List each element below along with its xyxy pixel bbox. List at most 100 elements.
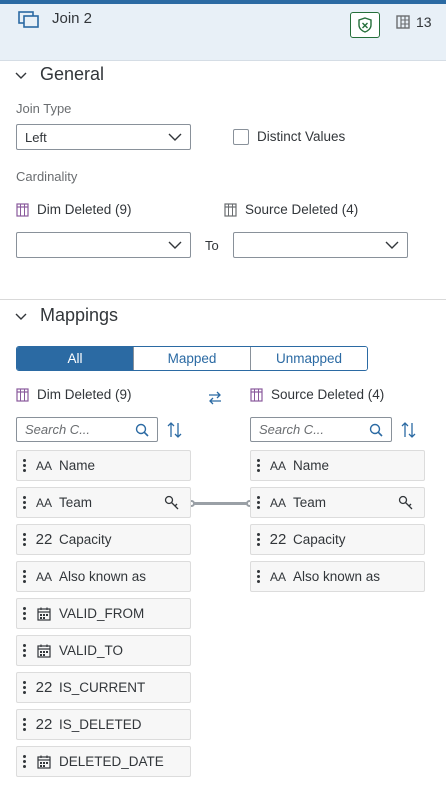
field-name: DELETED_DATE bbox=[59, 754, 164, 769]
field-row[interactable]: VALID_TO bbox=[16, 635, 191, 666]
string-type-icon: AA bbox=[269, 495, 286, 510]
mapping-filter-tabs: All Mapped Unmapped bbox=[16, 346, 368, 371]
panel-title: Join 2 bbox=[52, 10, 93, 27]
field-row[interactable]: AA Name bbox=[16, 450, 191, 481]
sort-icon[interactable] bbox=[400, 421, 418, 439]
join-type-label: Join Type bbox=[16, 101, 72, 116]
tab-all[interactable]: All bbox=[17, 347, 133, 370]
drag-handle-icon[interactable] bbox=[23, 496, 27, 509]
string-type-icon: AA bbox=[35, 458, 52, 473]
tab-mapped[interactable]: Mapped bbox=[133, 347, 250, 370]
right-search-input[interactable]: Search C... bbox=[250, 417, 392, 442]
chevron-down-icon bbox=[15, 72, 27, 79]
distinct-values-checkbox[interactable] bbox=[233, 129, 249, 145]
search-icon bbox=[135, 423, 149, 437]
field-name: VALID_FROM bbox=[59, 606, 145, 621]
mapping-left-entity-header: Dim Deleted (9) bbox=[16, 387, 132, 402]
right-cardinality-select[interactable] bbox=[233, 232, 408, 258]
general-section-title: General bbox=[40, 64, 105, 84]
string-type-icon: AA bbox=[35, 569, 52, 584]
left-entity-header: Dim Deleted (9) bbox=[16, 202, 132, 217]
join-type-value: Left bbox=[25, 129, 47, 145]
string-type-icon: AA bbox=[269, 569, 286, 584]
field-row[interactable]: AA Also known as bbox=[16, 561, 191, 592]
field-name: Capacity bbox=[59, 532, 112, 547]
chevron-down-icon bbox=[168, 133, 182, 141]
date-type-icon bbox=[35, 607, 53, 621]
field-row[interactable]: AA Name bbox=[250, 450, 425, 481]
drag-handle-icon[interactable] bbox=[257, 570, 261, 583]
drag-handle-icon[interactable] bbox=[257, 459, 261, 472]
panel-header: Join 2 13 bbox=[0, 4, 446, 61]
date-type-icon bbox=[35, 755, 53, 769]
drag-handle-icon[interactable] bbox=[23, 681, 27, 694]
sort-icon[interactable] bbox=[166, 421, 184, 439]
column-count: 13 bbox=[396, 14, 432, 30]
field-name: IS_CURRENT bbox=[59, 680, 146, 695]
field-name: IS_DELETED bbox=[59, 717, 142, 732]
drag-handle-icon[interactable] bbox=[23, 570, 27, 583]
calendar-icon bbox=[37, 644, 51, 658]
drag-handle-icon[interactable] bbox=[23, 607, 27, 620]
shield-icon bbox=[358, 17, 372, 33]
drag-handle-icon[interactable] bbox=[23, 644, 27, 657]
field-row[interactable]: 22 IS_DELETED bbox=[16, 709, 191, 740]
field-row[interactable]: AA Team bbox=[250, 487, 425, 518]
table-icon bbox=[250, 387, 263, 402]
drag-handle-icon[interactable] bbox=[23, 755, 27, 768]
field-name: Also known as bbox=[59, 569, 147, 584]
drag-handle-icon[interactable] bbox=[257, 496, 261, 509]
field-row[interactable]: 22 Capacity bbox=[250, 524, 425, 555]
left-search-placeholder: Search C... bbox=[25, 422, 91, 437]
table-icon bbox=[16, 202, 29, 217]
field-name: Team bbox=[293, 495, 327, 510]
drag-handle-icon[interactable] bbox=[257, 533, 261, 546]
section-divider bbox=[0, 299, 446, 300]
column-count-value: 13 bbox=[416, 14, 432, 30]
number-type-icon: 22 bbox=[35, 716, 53, 733]
mapping-right-entity-header: Source Deleted (4) bbox=[250, 387, 384, 402]
swap-icon[interactable] bbox=[206, 389, 224, 407]
validate-button[interactable] bbox=[350, 12, 380, 38]
right-entity-header: Source Deleted (4) bbox=[224, 202, 358, 217]
field-row[interactable]: DELETED_DATE bbox=[16, 746, 191, 777]
number-type-icon: 22 bbox=[35, 679, 53, 696]
field-name: Team bbox=[59, 495, 93, 510]
field-row[interactable]: AA Also known as bbox=[250, 561, 425, 592]
field-name: Name bbox=[59, 458, 96, 473]
join-type-select[interactable]: Left bbox=[16, 124, 191, 150]
mappings-section-toggle[interactable]: Mappings bbox=[14, 305, 118, 326]
table-columns-icon bbox=[396, 15, 410, 29]
mapping-left-entity-name: Dim Deleted (9) bbox=[37, 387, 132, 402]
left-entity-name: Dim Deleted (9) bbox=[37, 202, 132, 217]
left-search-input[interactable]: Search C... bbox=[16, 417, 158, 442]
chevron-down-icon bbox=[15, 313, 27, 320]
calendar-icon bbox=[37, 755, 51, 769]
string-type-icon: AA bbox=[35, 495, 52, 510]
right-search-placeholder: Search C... bbox=[259, 422, 325, 437]
field-name: Also known as bbox=[293, 569, 381, 584]
left-cardinality-select[interactable] bbox=[16, 232, 191, 258]
field-row[interactable]: 22 IS_CURRENT bbox=[16, 672, 191, 703]
field-name: Name bbox=[293, 458, 330, 473]
table-icon bbox=[224, 202, 237, 217]
mapping-connector bbox=[191, 502, 250, 505]
drag-handle-icon[interactable] bbox=[23, 533, 27, 546]
string-type-icon: AA bbox=[269, 458, 286, 473]
drag-handle-icon[interactable] bbox=[23, 459, 27, 472]
tab-unmapped[interactable]: Unmapped bbox=[250, 347, 367, 370]
mapping-right-entity-name: Source Deleted (4) bbox=[271, 387, 385, 402]
field-row[interactable]: AA Team bbox=[16, 487, 191, 518]
table-icon bbox=[16, 387, 29, 402]
chevron-down-icon bbox=[168, 241, 182, 249]
field-row[interactable]: 22 Capacity bbox=[16, 524, 191, 555]
date-type-icon bbox=[35, 644, 53, 658]
chevron-down-icon bbox=[385, 241, 399, 249]
number-type-icon: 22 bbox=[269, 531, 287, 548]
number-type-icon: 22 bbox=[35, 531, 53, 548]
field-row[interactable]: VALID_FROM bbox=[16, 598, 191, 629]
drag-handle-icon[interactable] bbox=[23, 718, 27, 731]
general-section-toggle[interactable]: General bbox=[14, 64, 104, 85]
field-name: VALID_TO bbox=[59, 643, 124, 658]
calendar-icon bbox=[37, 607, 51, 621]
